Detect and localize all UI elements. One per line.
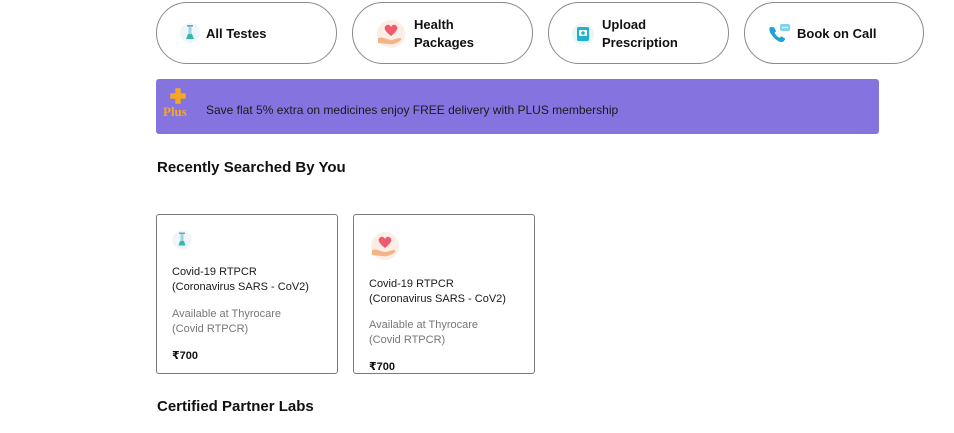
- book-on-call-button[interactable]: Book on Call: [744, 2, 924, 64]
- health-packages-label-line1: Health: [414, 17, 454, 32]
- all-tests-button[interactable]: All Testes: [156, 2, 337, 64]
- card-test-name: Covid-19 RTPCR (Coronavirus SARS - CoV2): [172, 265, 332, 295]
- card-availability-line1: Available at Thyrocare: [172, 308, 282, 320]
- plus-membership-banner[interactable]: Plus Save flat 5% extra on medicines enj…: [156, 79, 879, 134]
- upload-prescription-label-line1: Upload: [602, 17, 647, 32]
- health-packages-label-line2: Packages: [414, 35, 474, 50]
- test-tube-icon: [172, 230, 192, 255]
- plus-logo: Plus: [163, 88, 191, 120]
- card-availability: Available at Thyrocare (Covid RTPCR): [172, 307, 332, 337]
- card-availability-line1: Available at Thyrocare: [369, 319, 479, 331]
- heart-hand-icon: [375, 19, 407, 49]
- all-tests-label: All Testes: [206, 26, 267, 41]
- recent-search-card[interactable]: Covid-19 RTPCR (Coronavirus SARS - CoV2)…: [353, 214, 535, 374]
- recently-searched-title: Recently Searched By You: [157, 159, 346, 176]
- heart-hand-icon: [369, 231, 401, 266]
- card-availability: Available at Thyrocare (Covid RTPCR): [369, 318, 529, 348]
- plus-banner-message: Save flat 5% extra on medicines enjoy FR…: [206, 103, 619, 117]
- card-availability-line2: (Covid RTPCR): [172, 323, 249, 335]
- card-price: ₹700: [369, 361, 396, 373]
- plus-logo-text: Plus: [163, 104, 187, 119]
- book-on-call-label: Book on Call: [797, 26, 877, 41]
- health-packages-button[interactable]: Health Packages: [352, 2, 533, 64]
- prescription-icon: [571, 22, 595, 46]
- card-test-name-line1: Covid-19 RTPCR: [369, 278, 454, 290]
- upload-prescription-label: Upload Prescription: [602, 16, 678, 52]
- test-tube-icon: [179, 22, 201, 44]
- plus-cross-icon: [170, 88, 186, 104]
- health-packages-label: Health Packages: [414, 16, 474, 52]
- card-test-name-line2: (Coronavirus SARS - CoV2): [369, 293, 506, 305]
- card-test-name-line1: Covid-19 RTPCR: [172, 266, 257, 278]
- card-availability-line2: (Covid RTPCR): [369, 334, 446, 346]
- upload-prescription-button[interactable]: Upload Prescription: [548, 2, 729, 64]
- card-test-name: Covid-19 RTPCR (Coronavirus SARS - CoV2): [369, 277, 529, 307]
- recent-search-card[interactable]: Covid-19 RTPCR (Coronavirus SARS - CoV2)…: [156, 214, 338, 374]
- card-price: ₹700: [172, 350, 199, 362]
- phone-call-icon: [766, 22, 792, 46]
- upload-prescription-label-line2: Prescription: [602, 35, 678, 50]
- certified-partner-labs-title: Certified Partner Labs: [157, 398, 314, 415]
- card-test-name-line2: (Coronavirus SARS - CoV2): [172, 281, 309, 293]
